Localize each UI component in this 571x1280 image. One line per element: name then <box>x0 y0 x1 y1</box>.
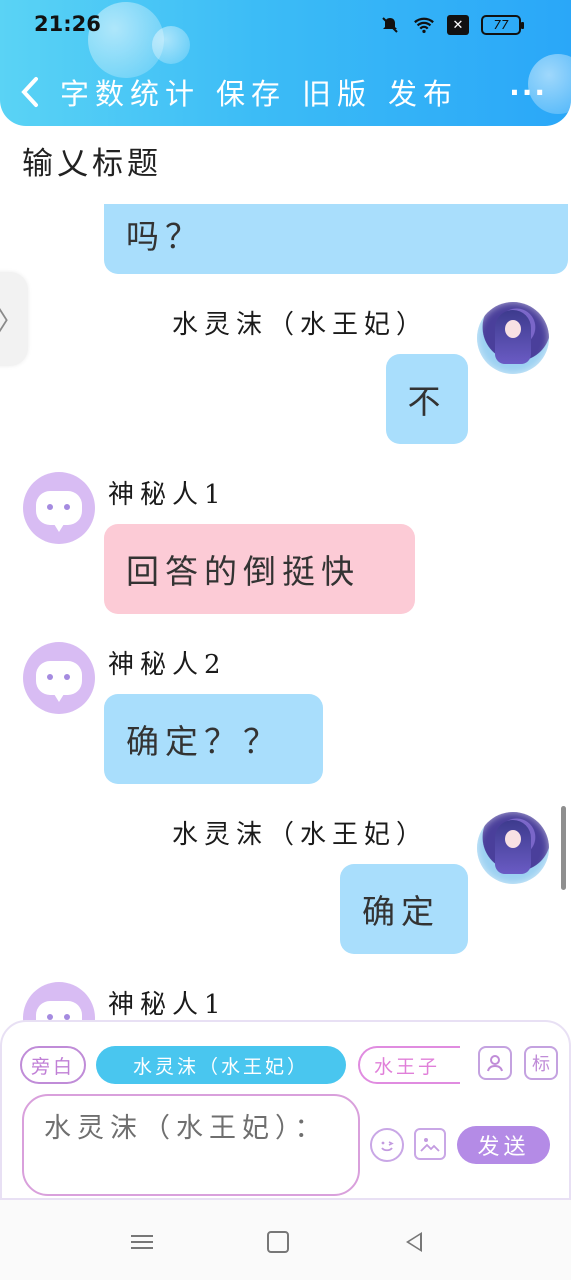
message-bubble[interactable]: 确定 <box>340 864 468 954</box>
x-box-icon: ✕ <box>447 15 469 35</box>
save-button[interactable]: 保存 <box>216 71 286 113</box>
contacts-button[interactable] <box>478 1046 512 1080</box>
status-time: 21:26 <box>34 12 101 36</box>
wifi-icon <box>413 14 435 36</box>
scrollbar[interactable] <box>561 806 566 890</box>
image-icon[interactable] <box>414 1128 446 1160</box>
publish-button[interactable]: 发布 <box>388 71 458 113</box>
word-count-button[interactable]: 字数统计 <box>60 71 200 113</box>
title-input[interactable]: 输乂标题 <box>22 138 162 183</box>
avatar[interactable] <box>477 812 549 884</box>
tag-button[interactable]: 标 <box>524 1046 558 1080</box>
avatar[interactable] <box>23 472 95 544</box>
avatar[interactable] <box>477 302 549 374</box>
send-button[interactable]: 发送 <box>457 1126 550 1164</box>
role-selector: 旁白 水灵沫（水王妃） 水王子 标 <box>20 1046 560 1084</box>
sender-name: 水灵沫（水王妃） <box>172 310 429 340</box>
status-icons: ✕ 77 <box>379 14 524 36</box>
status-bar: 21:26 ✕ 77 <box>0 0 571 52</box>
smiley-icon[interactable] <box>370 1128 404 1162</box>
avatar[interactable] <box>23 642 95 714</box>
message-bubble[interactable]: 吗？ <box>104 204 568 274</box>
sender-name: 神秘人2 <box>108 650 227 680</box>
message-bubble[interactable]: 确定？？ <box>104 694 323 784</box>
toolbar: 字数统计 保存 旧版 发布 ··· <box>0 62 571 122</box>
sender-name: 神秘人1 <box>108 480 227 510</box>
old-version-button[interactable]: 旧版 <box>302 71 372 113</box>
input-panel: 旁白 水灵沫（水王妃） 水王子 标 水灵沫（水王妃）： 发送 <box>0 1020 571 1200</box>
battery-indicator: 77 <box>481 15 524 35</box>
system-nav-bar <box>0 1200 571 1280</box>
back-button[interactable] <box>0 62 60 122</box>
menu-icon[interactable] <box>128 1230 156 1254</box>
role-other-pill[interactable]: 水王子 <box>358 1046 460 1084</box>
avatar[interactable] <box>23 982 95 1022</box>
person-icon <box>487 1055 503 1072</box>
message-bubble[interactable]: 回答的倒挺快 <box>104 524 415 614</box>
bell-off-icon <box>379 14 401 36</box>
app-root: 21:26 ✕ 77 字数统计 保存 旧版 发布 ··· 输乂标题 吗？ 水灵沫… <box>0 0 571 1280</box>
role-aside-pill[interactable]: 旁白 <box>20 1046 86 1084</box>
sender-name: 水灵沫（水王妃） <box>172 820 429 850</box>
back-triangle-icon[interactable] <box>400 1230 428 1254</box>
chevron-left-icon <box>21 77 38 107</box>
more-button[interactable]: ··· <box>509 76 547 109</box>
side-drawer-handle[interactable]: 〉 <box>0 272 28 366</box>
sender-name: 神秘人1 <box>108 990 227 1020</box>
role-active-pill[interactable]: 水灵沫（水王妃） <box>96 1046 346 1084</box>
home-icon[interactable] <box>264 1230 292 1254</box>
chat-area: 吗？ 水灵沫（水王妃） 不 神秘人1 回答的倒挺快 神秘人2 确定？？ 水灵沫（… <box>0 204 571 1022</box>
message-bubble[interactable]: 不 <box>386 354 468 444</box>
header: 21:26 ✕ 77 字数统计 保存 旧版 发布 ··· <box>0 0 571 126</box>
message-input[interactable]: 水灵沫（水王妃）： <box>22 1094 360 1196</box>
